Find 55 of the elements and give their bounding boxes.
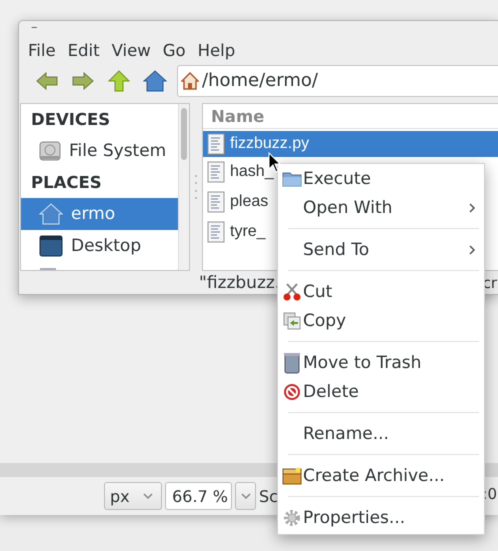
desktop-icon [39,235,63,258]
sidebar-heading: DEVICES [30,109,112,132]
zoom-field[interactable]: 66.7 % [165,482,232,510]
menu-item[interactable]: Send To [278,235,484,264]
file-row[interactable]: fizzbuzz.py [203,131,498,158]
menu-item[interactable]: Open With [278,193,484,222]
document-icon [207,221,225,244]
menu-item[interactable]: Move to Trash [278,348,484,377]
home-icon [181,72,199,90]
sidebar-heading: PLACES [30,172,103,194]
document-icon [207,191,225,214]
window-title: – [30,21,38,35]
gear-icon [283,508,301,526]
trash-can-icon [283,352,301,374]
menu-item[interactable]: Execute [278,164,484,193]
hard-drive-icon [39,140,61,162]
up-arrow-icon [108,70,130,92]
forward-arrow-icon [72,72,94,90]
folder-icon [282,170,302,186]
menu-item[interactable]: Go [156,40,192,60]
file-row[interactable]: tyre_ [203,217,281,248]
sidebar-item[interactable]: Desktop [21,230,179,262]
home-icon [39,202,63,226]
menu-item[interactable]: Copy [278,306,484,335]
menu-item[interactable]: Help [192,40,242,60]
file-row[interactable]: hash_ [203,157,281,188]
location-field[interactable]: /home/ermo/ [177,64,498,97]
menu-item[interactable]: Properties... [278,503,484,532]
document-icon [207,161,225,184]
caret-icon [143,492,153,500]
chevron-icon [468,202,476,214]
unit-dropdown[interactable]: px [104,482,162,510]
menu-item[interactable]: File [22,40,62,60]
no-entry-icon [283,382,301,400]
sidebar-item[interactable]: File System [21,135,179,168]
chevron-icon [468,244,476,256]
status-text: "fizzbuzz. [199,272,280,293]
sidebar-item[interactable]: ermo [21,198,179,230]
file-row[interactable]: pleas [203,187,281,218]
status-text: Sc [259,486,278,506]
column-header[interactable]: Name [203,104,498,130]
copy-icon [283,312,301,330]
menu-item[interactable]: Create Archive... [278,461,484,490]
menu-item[interactable]: Rename... [278,419,484,448]
caret-icon [240,492,250,500]
menu-item[interactable]: Cut [278,277,484,306]
zoom-dropdown-button[interactable] [235,482,256,510]
menu-item[interactable]: View [106,40,157,60]
home-icon [143,70,167,92]
menu-item[interactable]: Delete [278,377,484,406]
scissors-icon [282,282,302,300]
menu-item[interactable]: Edit [62,40,106,60]
back-arrow-icon [36,72,58,90]
archive-box-icon [282,466,302,484]
document-icon [207,133,225,156]
